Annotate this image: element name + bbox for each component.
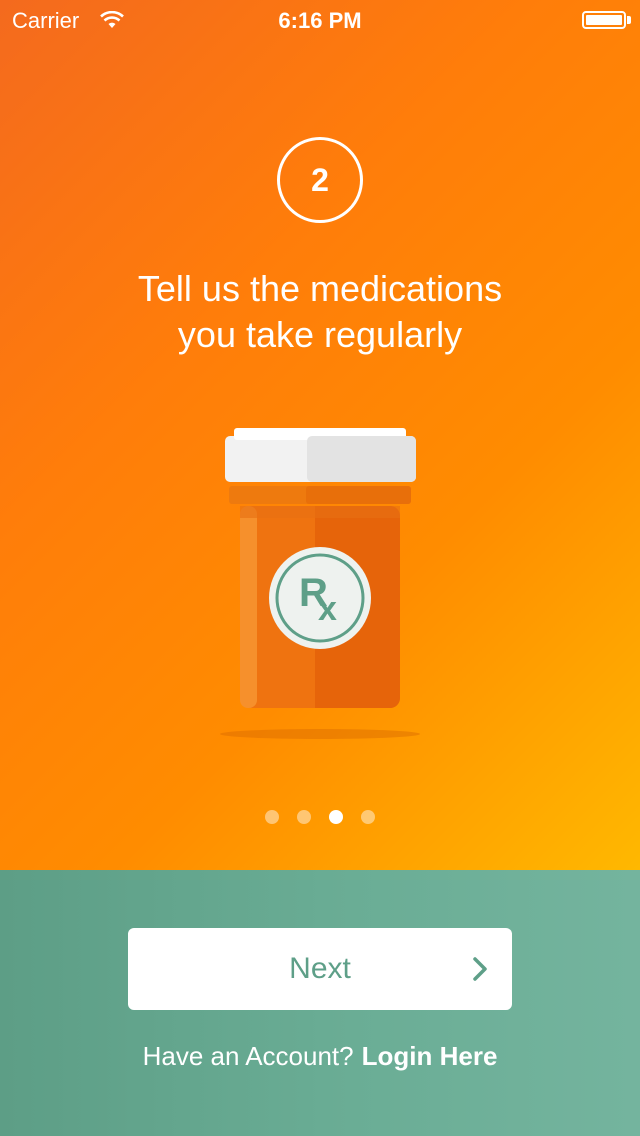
- headline-line-2: you take regularly: [177, 314, 463, 355]
- onboarding-headline: Tell us the medications you take regular…: [40, 266, 600, 358]
- login-link[interactable]: Login Here: [362, 1041, 498, 1071]
- headline-line-1: Tell us the medications: [137, 268, 503, 309]
- page-indicator[interactable]: [0, 810, 640, 824]
- status-bar: Carrier 6:16 PM: [0, 0, 640, 40]
- page-dot-3-active[interactable]: [329, 810, 343, 824]
- battery-icon: [582, 11, 626, 29]
- account-prompt-text: Have an Account?: [142, 1041, 354, 1071]
- next-button[interactable]: Next: [128, 928, 512, 1010]
- page-dot-1[interactable]: [265, 810, 279, 824]
- battery-tip-icon: [627, 16, 631, 24]
- rx-letter-x: x: [318, 590, 337, 628]
- page-dot-4[interactable]: [361, 810, 375, 824]
- login-prompt: Have an Account? Login Here: [0, 1041, 640, 1072]
- step-number-badge: 2: [277, 137, 363, 223]
- next-button-label: Next: [289, 952, 351, 985]
- chevron-right-icon: [466, 955, 494, 983]
- clock: 6:16 PM: [278, 8, 362, 33]
- page-dot-2[interactable]: [297, 810, 311, 824]
- prescription-bottle-icon: R x: [200, 420, 440, 755]
